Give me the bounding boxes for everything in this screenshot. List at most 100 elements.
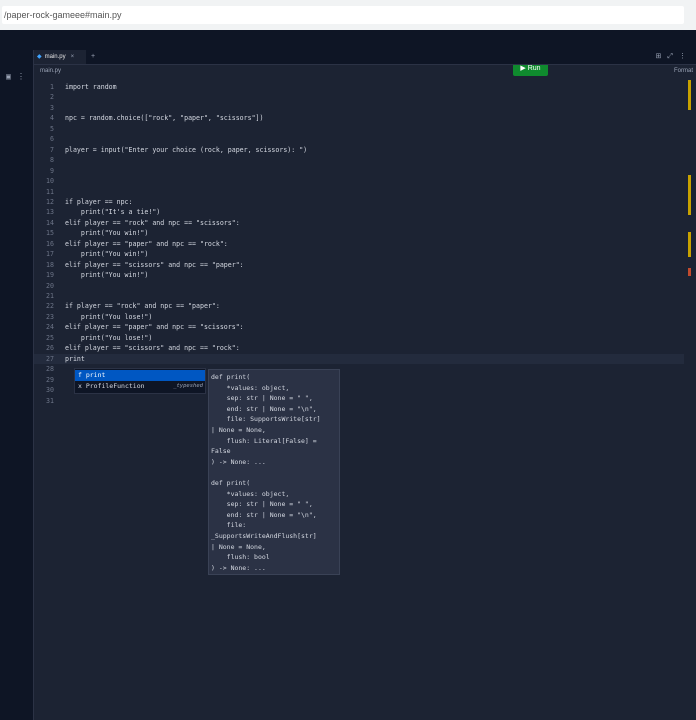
- signature-line: sep: str | None = " ",: [211, 500, 313, 509]
- signature-line: ) -> None: ...: [211, 457, 266, 466]
- code-line[interactable]: 20: [34, 281, 684, 291]
- code-line[interactable]: 10: [34, 176, 684, 186]
- breadcrumb: main.py: [40, 68, 62, 74]
- signature-line: *values: object,: [211, 383, 290, 392]
- line-number: 19: [46, 271, 54, 280]
- code-text: print("You win!"): [65, 229, 149, 238]
- code-line[interactable]: 16 elif player == "paper" and npc == "roc…: [34, 239, 684, 249]
- line-number: 15: [46, 229, 54, 238]
- code-line[interactable]: 15 print("You win!"): [34, 228, 684, 238]
- top-toolbar: ▶ Run: [0, 30, 696, 76]
- line-number: 27: [46, 354, 54, 363]
- code-line[interactable]: 26 elif player == "scissors" and npc == "…: [34, 343, 684, 353]
- autocomplete-item[interactable]: f print: [75, 370, 205, 381]
- line-number: 26: [46, 344, 54, 353]
- code-line[interactable]: 11: [34, 187, 684, 197]
- code-line[interactable]: 1 import random: [34, 82, 684, 92]
- line-number: 28: [46, 365, 54, 374]
- code-text: import random: [65, 83, 117, 91]
- code-line[interactable]: 4 npc = random.choice(["rock", "paper", "…: [34, 113, 684, 123]
- line-number: 2: [50, 93, 54, 102]
- line-number: 20: [46, 281, 54, 290]
- line-number: 3: [50, 103, 54, 112]
- autocomplete-popup: f print x ProfileFunction _typeshed: [74, 368, 206, 394]
- code-text: elif player == "rock" and npc == "scisso…: [65, 218, 240, 227]
- signature-line: def print(: [211, 479, 251, 487]
- line-number: 11: [46, 187, 54, 196]
- line-number: 25: [46, 333, 54, 342]
- signature-line: file: SupportsWrite[str]: [211, 415, 321, 424]
- code-line[interactable]: 23 print("You lose!"): [34, 312, 684, 322]
- signature-line: False: [211, 447, 231, 456]
- more-icon[interactable]: ⋮: [17, 72, 25, 81]
- format-button[interactable]: Format: [674, 65, 693, 77]
- scroll-marker: [688, 80, 691, 110]
- code-text: print("You lose!"): [65, 333, 153, 342]
- code-line[interactable]: 5: [34, 124, 684, 134]
- code-line[interactable]: 17 print("You win!"): [34, 249, 684, 259]
- line-number: 10: [46, 177, 54, 186]
- code-text: print("You win!"): [65, 250, 149, 259]
- line-number: 30: [46, 386, 54, 395]
- signature-line: sep: str | None = " ",: [211, 394, 313, 403]
- scroll-marker: [688, 268, 691, 276]
- code-text: elif player == "scissors" and npc == "pa…: [65, 260, 244, 269]
- code-line[interactable]: 22 if player == "rock" and npc == "paper"…: [34, 301, 684, 311]
- code-line[interactable]: 6: [34, 134, 684, 144]
- scroll-marker: [688, 175, 691, 215]
- code-line[interactable]: 19 print("You win!"): [34, 270, 684, 280]
- python-file-icon: ◆: [37, 54, 42, 60]
- code-text: print: [65, 354, 85, 363]
- code-text: elif player == "paper" and npc == "rock"…: [65, 239, 228, 248]
- code-line[interactable]: 21: [34, 291, 684, 301]
- code-line[interactable]: 2: [34, 92, 684, 102]
- code-line[interactable]: 24 elif player == "paper" and npc == "sci…: [34, 322, 684, 332]
- line-number: 18: [46, 260, 54, 269]
- line-number: 7: [50, 145, 54, 154]
- signature-line: _SupportsWriteAndFlush[str]: [211, 532, 317, 540]
- line-number: 17: [46, 250, 54, 259]
- browser-bar: /paper-rock-gameee#main.py: [0, 0, 696, 31]
- signature-line: end: str | None = "\n",: [211, 510, 317, 519]
- signature-line: flush: bool: [211, 553, 270, 562]
- line-number: 6: [50, 135, 54, 144]
- signature-line: def print(: [211, 373, 251, 381]
- code-line[interactable]: 27 print: [34, 353, 684, 364]
- pane-controls[interactable]: ⊞⤢⋮: [656, 50, 692, 64]
- code-text: if player == npc:: [65, 197, 133, 206]
- files-icon[interactable]: ▣: [6, 72, 11, 81]
- signature-line: *values: object,: [211, 489, 290, 498]
- code-text: print("You lose!"): [65, 312, 153, 321]
- line-number: 31: [46, 396, 54, 405]
- tab-bar: ◆ main.py × + ⊞⤢⋮: [34, 50, 696, 65]
- line-number: 5: [50, 124, 54, 133]
- line-number: 12: [46, 197, 54, 206]
- code-line[interactable]: 8: [34, 155, 684, 165]
- code-text: print("It's a tie!"): [65, 208, 161, 217]
- code-text: print("You win!"): [65, 271, 149, 280]
- code-line[interactable]: 31: [34, 396, 684, 406]
- autocomplete-item[interactable]: x ProfileFunction _typeshed: [75, 381, 205, 392]
- code-text: npc = random.choice(["rock", "paper", "s…: [65, 114, 264, 123]
- tab-label: main.py: [44, 54, 66, 60]
- address-bar[interactable]: /paper-rock-gameee#main.py: [2, 6, 684, 24]
- line-number: 24: [46, 323, 54, 332]
- add-tab-button[interactable]: +: [91, 50, 95, 64]
- close-tab-icon[interactable]: ×: [71, 54, 75, 60]
- code-line[interactable]: 3: [34, 103, 684, 113]
- code-line[interactable]: 9: [34, 166, 684, 176]
- code-line[interactable]: 13 print("It's a tie!"): [34, 207, 684, 217]
- scroll-marker: [688, 232, 691, 257]
- code-line[interactable]: 7 player = input("Enter your choice (rock…: [34, 145, 684, 155]
- signature-line: flush: Literal[False] =: [211, 436, 317, 445]
- left-sidebar: ▣ ⋮: [0, 50, 34, 720]
- signature-line: | None = None,: [211, 542, 266, 551]
- signature-line: end: str | None = "\n",: [211, 404, 317, 413]
- code-line[interactable]: 25 print("You lose!"): [34, 333, 684, 343]
- code-line[interactable]: 12 if player == npc:: [34, 197, 684, 207]
- code-line[interactable]: 18 elif player == "scissors" and npc == "…: [34, 260, 684, 270]
- code-line[interactable]: 14 elif player == "rock" and npc == "scis…: [34, 218, 684, 228]
- code-text: if player == "rock" and npc == "paper":: [65, 302, 220, 311]
- tab-main-py[interactable]: ◆ main.py ×: [34, 50, 86, 64]
- code-text: player = input("Enter your choice (rock,…: [65, 145, 308, 154]
